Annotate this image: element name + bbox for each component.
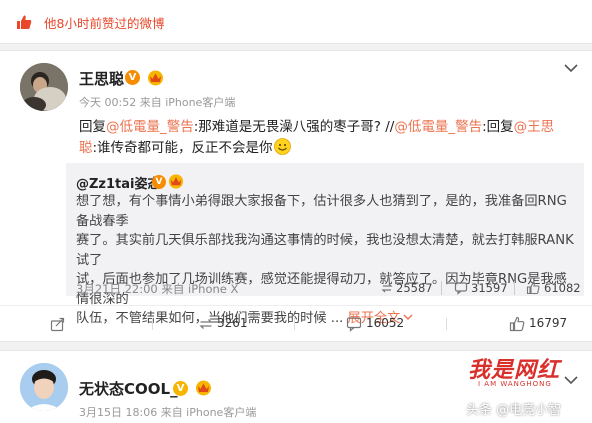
weibo-feed: 他8小时前赞过的微博 王思聪 V 今天 00:52 来自 iPhone客户端 回… [0, 0, 592, 423]
text-segment: 回复 [79, 119, 106, 135]
repost-line: 赛了。其实前几天俱乐部找我沟通这事情的时候，我也没想太清楚，就去打韩服RANK试… [76, 233, 574, 268]
thumbs-up-icon [17, 15, 32, 29]
repost-icon[interactable] [198, 316, 214, 332]
repost-meta: 3月21日 22:00 来自 iPhone X [76, 282, 239, 296]
text-segment: :回复 [482, 119, 514, 135]
like-count: 61082 [544, 281, 581, 295]
like-action-count[interactable]: 16797 [529, 316, 567, 330]
mention-link[interactable]: @王思 [514, 119, 555, 135]
comment-count: 31597 [471, 281, 508, 295]
avatar[interactable] [20, 363, 68, 411]
chevron-down-icon[interactable] [564, 64, 578, 73]
comment-icon[interactable] [346, 316, 362, 332]
comment-action-count[interactable]: 16052 [366, 316, 404, 330]
liked-header-text: 他8小时前赞过的微博 [44, 16, 165, 31]
vip-crown-icon [148, 70, 163, 86]
repost-user[interactable]: @Zz1tai姿态 [76, 173, 160, 192]
text-segment: :谁传奇都可能，反正不会是你 [92, 140, 273, 156]
share-icon[interactable] [50, 316, 66, 332]
repost-count: 25587 [396, 281, 433, 295]
post-meta: 3月15日 18:06 来自 iPhone客户端 [79, 406, 257, 419]
text-segment: :那难道是无畏澡八强的枣子哥? // [193, 119, 395, 135]
like-icon[interactable] [526, 281, 540, 295]
post-meta: 今天 00:52 来自 iPhone客户端 [79, 96, 236, 109]
toutiao-logo-icon [450, 398, 465, 413]
action-bar [0, 305, 592, 343]
author-name[interactable]: 王思聪 [79, 68, 124, 89]
mention-link[interactable]: 聪 [79, 140, 93, 156]
watermark-source: 头条 @电竞小智 [466, 403, 562, 418]
author-name[interactable]: 无状态COOL_ [79, 378, 178, 399]
smile-emoji-icon [273, 138, 291, 155]
repost-action-count[interactable]: 3261 [217, 316, 248, 330]
avatar[interactable] [20, 63, 68, 111]
vip-crown-icon [168, 174, 184, 189]
mention-link[interactable]: @低電量_警告 [394, 119, 482, 135]
repost-icon[interactable] [380, 281, 394, 295]
comment-icon[interactable] [454, 281, 468, 295]
avatar-image [20, 363, 68, 411]
post-text: 回复@低電量_警告:那难道是无畏澡八强的枣子哥? //@低電量_警告:回复@王思… [79, 117, 579, 159]
divider [441, 281, 442, 295]
divider [446, 318, 447, 330]
divider [152, 318, 153, 330]
mention-link[interactable]: @低電量_警告 [106, 119, 194, 135]
avatar-image [20, 63, 68, 111]
repost-verified-badge: V [152, 175, 166, 189]
chevron-down-icon[interactable] [564, 376, 578, 385]
verified-badge: V [125, 70, 140, 85]
liked-header: 他8小时前赞过的微博 [0, 0, 592, 44]
divider [294, 318, 295, 330]
divider [514, 281, 515, 295]
repost-line: 想了想，有个事情小弟得跟大家报备下，估计很多人也猜到了，是的，我准备回RNG备战… [76, 194, 567, 229]
vip-crown-icon [196, 380, 211, 396]
like-icon[interactable] [509, 316, 525, 332]
watermark-logo-sub: I AM WANGHONG [478, 380, 552, 388]
verified-badge: V [173, 381, 188, 396]
